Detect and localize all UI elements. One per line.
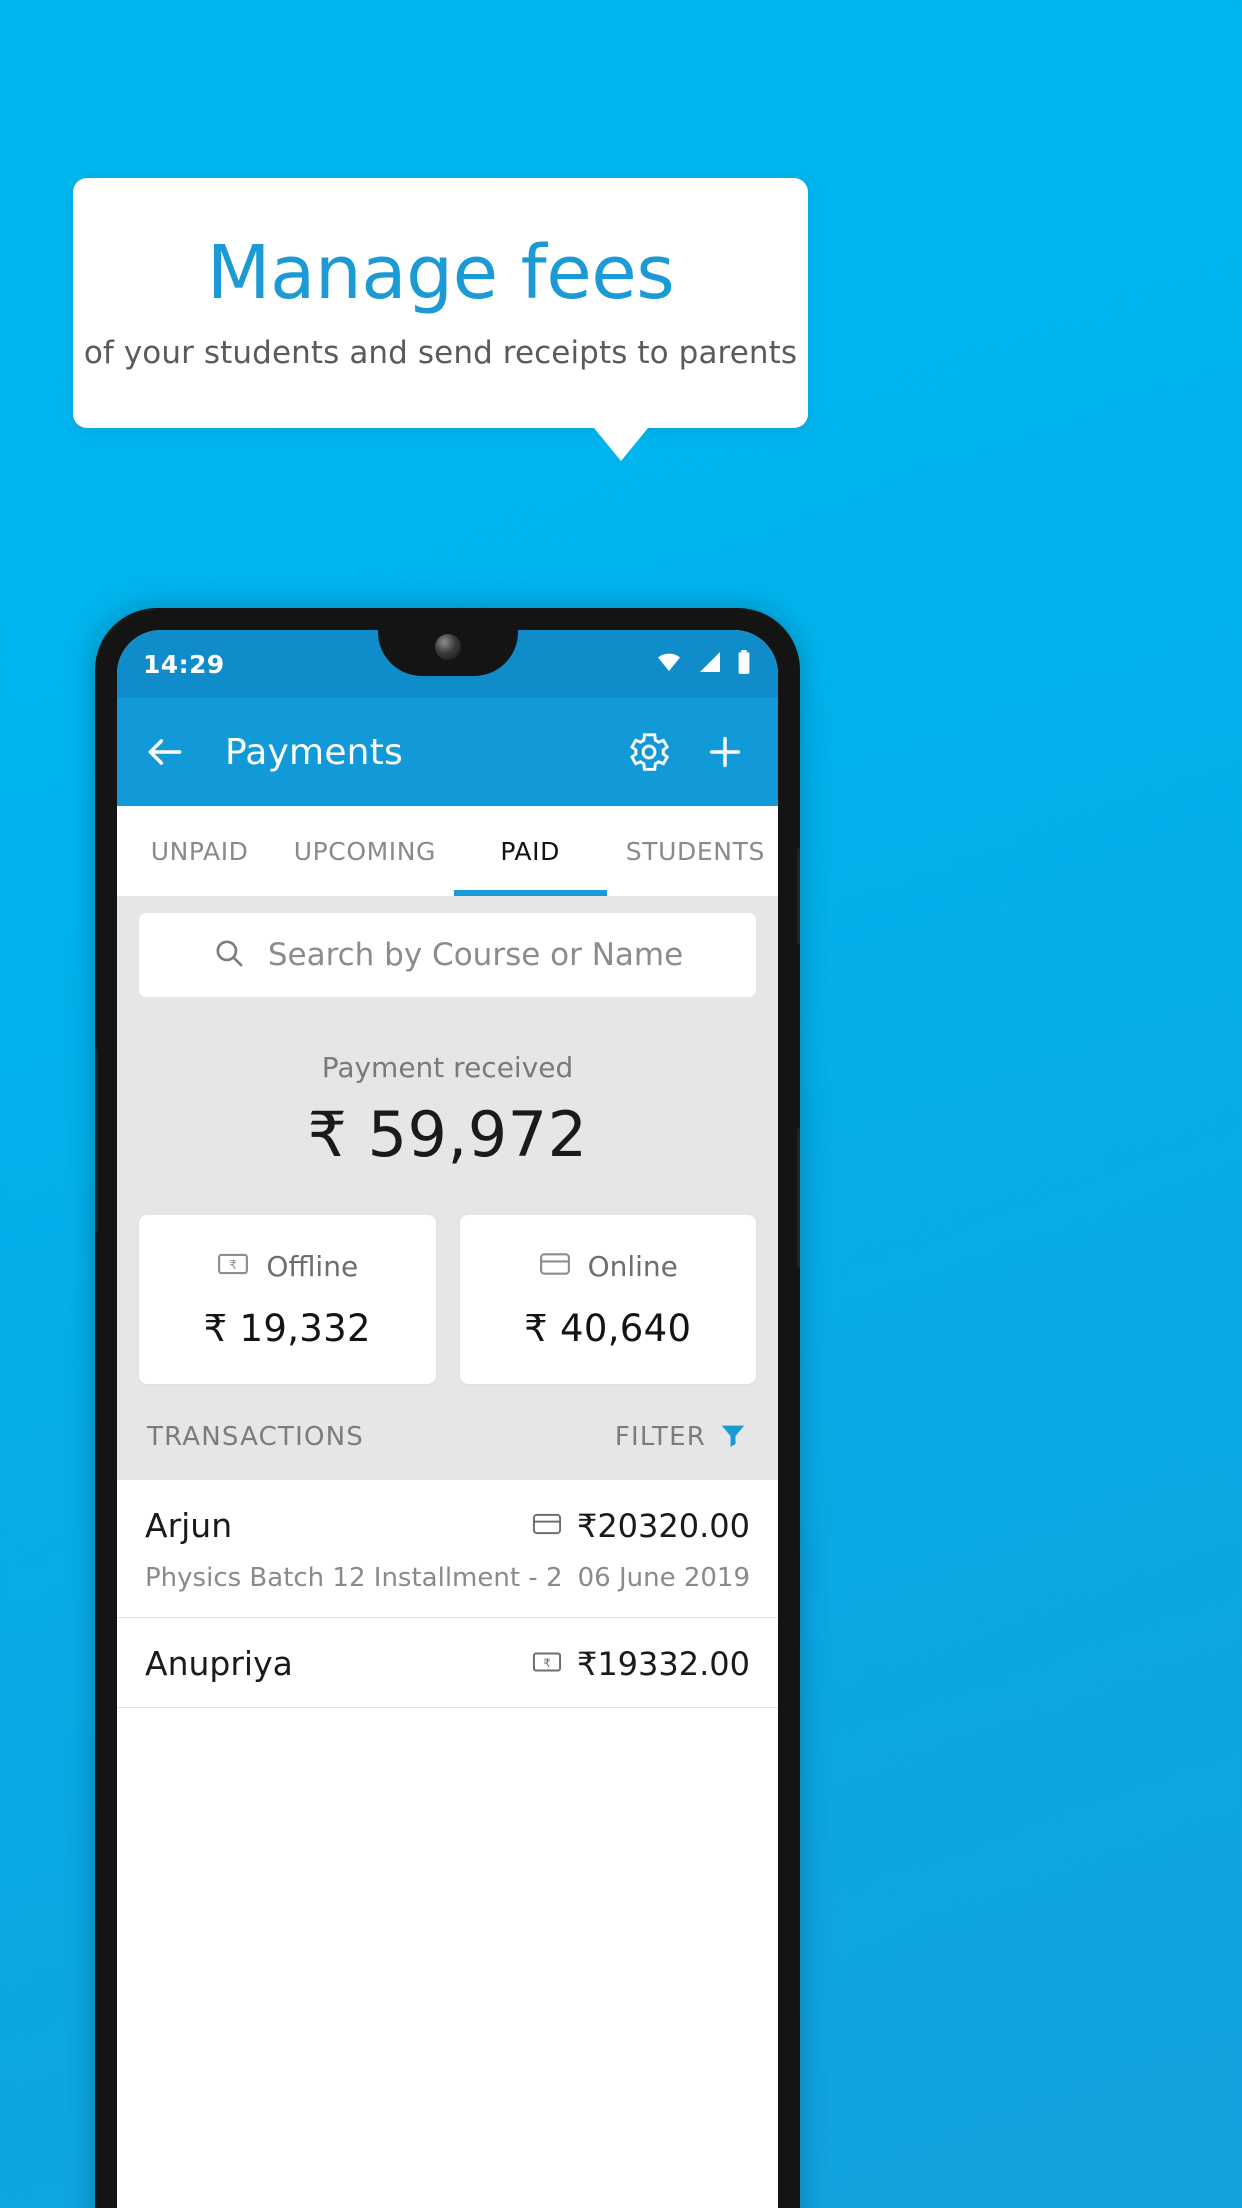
transaction-name: Anupriya (145, 1644, 293, 1683)
search-input[interactable]: Search by Course or Name (139, 913, 756, 997)
svg-text:₹: ₹ (543, 1655, 550, 1669)
promo-callout-tail (594, 428, 648, 461)
tab-upcoming[interactable]: UPCOMING (282, 806, 447, 896)
credit-card-icon (531, 1508, 563, 1544)
online-card-amount: ₹ 40,640 (524, 1307, 692, 1350)
display-notch (377, 630, 518, 676)
phone-screen: 14:29 Payments UNPAID UPCOMING PAID STUD… (117, 630, 778, 2208)
transaction-amount: ₹19332.00 (576, 1644, 750, 1683)
gear-icon[interactable] (622, 725, 676, 779)
transaction-primary-line: Arjun ₹20320.00 (145, 1506, 750, 1545)
transaction-primary-line: Anupriya ₹ ₹19332.00 (145, 1644, 750, 1683)
arrow-left-icon[interactable] (143, 730, 187, 774)
transaction-secondary-line: Physics Batch 12 Installment - 2 06 June… (145, 1563, 750, 1593)
power-button[interactable] (797, 1128, 800, 1268)
summary-label: Payment received (321, 1051, 574, 1084)
status-time: 14:29 (143, 649, 225, 679)
payment-summary: Payment received ₹ 59,972 (117, 997, 778, 1171)
tab-paid[interactable]: PAID (448, 806, 613, 896)
wifi-icon (654, 650, 684, 678)
app-bar: Payments (117, 698, 778, 806)
offline-card[interactable]: ₹ Offline ₹ 19,332 (139, 1215, 436, 1384)
app-bar-title: Payments (225, 731, 403, 773)
transaction-date: 06 June 2019 (577, 1563, 750, 1593)
status-icons (654, 649, 752, 679)
offline-card-label: Offline (266, 1249, 359, 1283)
search-section: Search by Course or Name (117, 896, 778, 997)
table-row[interactable]: Arjun ₹20320.00 Physics Batch 12 Install… (117, 1480, 778, 1618)
tab-unpaid[interactable]: UNPAID (117, 806, 282, 896)
credit-card-icon (538, 1247, 572, 1285)
plus-icon[interactable] (698, 725, 752, 779)
tab-bar: UNPAID UPCOMING PAID STUDENTS (117, 806, 778, 896)
transaction-amount-group: ₹20320.00 (531, 1507, 750, 1545)
phone-mockup: 14:29 Payments UNPAID UPCOMING PAID STUD… (95, 608, 800, 2208)
volume-up-button[interactable] (797, 848, 800, 944)
transactions-label: TRANSACTIONS (147, 1422, 364, 1452)
transaction-name: Arjun (145, 1506, 233, 1545)
transaction-amount-group: ₹ ₹19332.00 (531, 1645, 750, 1683)
table-row[interactable]: Anupriya ₹ ₹19332.00 (117, 1618, 778, 1708)
transactions-section-header: TRANSACTIONS FILTER (117, 1384, 778, 1480)
offline-card-amount: ₹ 19,332 (203, 1307, 371, 1350)
transaction-amount: ₹20320.00 (576, 1506, 750, 1545)
front-camera-icon (434, 634, 461, 660)
status-bar: 14:29 (117, 630, 778, 698)
transactions-list: Arjun ₹20320.00 Physics Batch 12 Install… (117, 1480, 778, 1708)
offline-card-header: ₹ Offline (139, 1247, 436, 1285)
svg-text:₹: ₹ (229, 1258, 237, 1272)
summary-amount: ₹ 59,972 (307, 1098, 588, 1171)
promo-callout-card: Manage fees of your students and send re… (73, 178, 808, 428)
tab-students[interactable]: STUDENTS (613, 806, 778, 896)
filter-button[interactable]: FILTER (615, 1420, 748, 1454)
signal-icon (697, 650, 723, 678)
search-icon (212, 936, 246, 974)
payment-split-cards: ₹ Offline ₹ 19,332 Online ₹ 40,640 (117, 1171, 778, 1384)
banknote-rupee-icon: ₹ (531, 1646, 563, 1682)
promo-subtitle: of your students and send receipts to pa… (83, 334, 798, 371)
volume-down-button[interactable] (95, 1048, 98, 1233)
banknote-rupee-icon: ₹ (216, 1247, 250, 1285)
online-card-label: Online (587, 1249, 678, 1283)
battery-icon (736, 649, 752, 679)
funnel-icon (718, 1420, 748, 1454)
online-card[interactable]: Online ₹ 40,640 (459, 1215, 757, 1384)
promo-title: Manage fees (206, 230, 675, 317)
filter-label: FILTER (614, 1422, 706, 1452)
payments-content: Search by Course or Name Payment receive… (117, 896, 778, 1708)
search-placeholder: Search by Course or Name (267, 937, 684, 973)
transaction-description: Physics Batch 12 Installment - 2 (145, 1563, 563, 1593)
online-card-header: Online (460, 1247, 757, 1285)
